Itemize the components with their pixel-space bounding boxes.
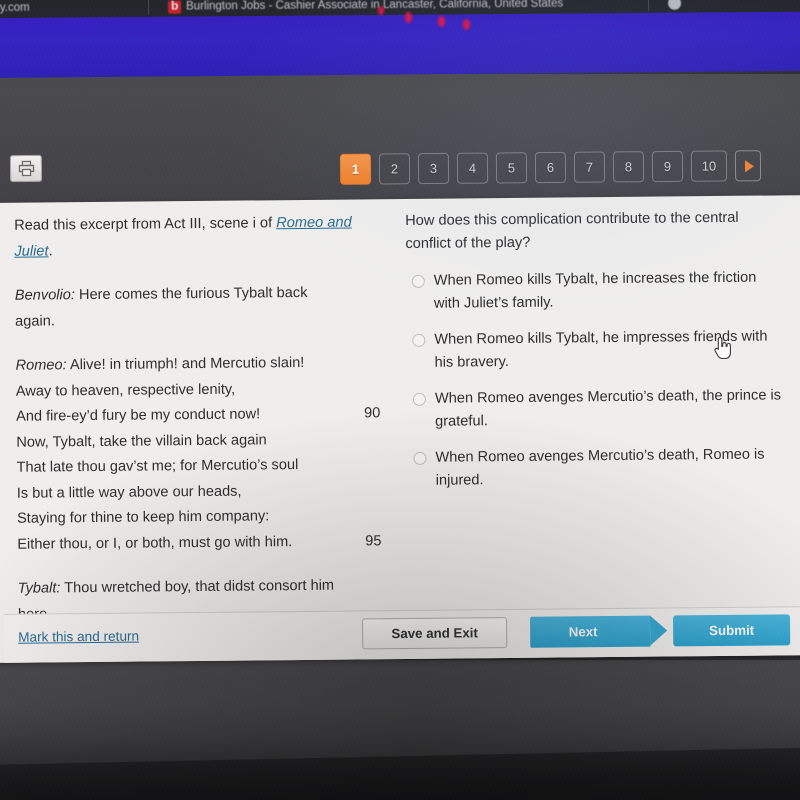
next-page-arrow-icon	[744, 159, 754, 172]
save-and-exit-button[interactable]: Save and Exit	[362, 617, 508, 650]
verse-text: That late thou gav’st me; for Mercutio’s…	[16, 457, 299, 476]
verse-text: Either thou, or I, or both, must go with…	[17, 533, 293, 553]
page-button-9[interactable]: 9	[651, 150, 684, 183]
verse-line: Away to heaven, respective lenity,	[16, 376, 378, 405]
speech-line: Here comes the furious Tybalt back	[74, 284, 308, 304]
page-button-2[interactable]: 2	[378, 153, 411, 185]
page-button-3[interactable]: 3	[417, 152, 450, 185]
screen-artifact-dot	[405, 12, 412, 23]
screen-photo: ity.com Burlington Jobs - Cashier Associ…	[0, 0, 800, 800]
verse-line: Is but a little way above our heads,	[17, 478, 379, 507]
verse-line: That late thou gav’st me; for Mercutio’s…	[16, 452, 378, 481]
verse-text: Is but a little way above our heads,	[16, 483, 242, 502]
answer-choice-label: When Romeo avenges Mercutio’s death, Rom…	[435, 446, 765, 489]
question-panel: Read this excerpt from Act III, scene i …	[0, 195, 800, 663]
print-button[interactable]	[9, 154, 43, 183]
generic-favicon	[668, 0, 682, 10]
speaker-name: Benvolio:	[14, 287, 76, 304]
passage-column: Read this excerpt from Act III, scene i …	[0, 210, 404, 623]
radio-button-icon[interactable]	[413, 451, 427, 465]
radio-button-icon[interactable]	[411, 274, 425, 288]
mark-and-return-link[interactable]: Mark this and return	[18, 629, 139, 645]
passage-speech-romeo: Romeo: Alive! in triumph! and Mercutio s…	[15, 350, 377, 379]
burlington-favicon	[168, 0, 182, 14]
instruction-suffix: .	[48, 242, 53, 259]
screen-artifact-dot	[378, 6, 384, 15]
page-button-5[interactable]: 5	[495, 152, 528, 184]
screen-artifact-dot	[438, 16, 445, 27]
speaker-name: Tybalt:	[17, 580, 61, 597]
submit-button[interactable]: Submit	[672, 614, 791, 647]
page-button-10[interactable]: 10	[690, 150, 728, 182]
answer-choice[interactable]: When Romeo avenges Mercutio’s death, Rom…	[407, 443, 784, 493]
browser-tab[interactable]	[668, 0, 686, 13]
answer-choice-label: When Romeo kills Tybalt, he impresses fr…	[434, 328, 768, 371]
page-button-6[interactable]: 6	[534, 151, 567, 184]
verse-text: And fire-ey’d fury be my conduct now!	[15, 406, 261, 425]
verse-text: Staying for thine to keep him company:	[16, 508, 270, 527]
browser-tab-title: Burlington Jobs - Cashier Associate in L…	[186, 0, 564, 13]
answer-choice[interactable]: When Romeo kills Tybalt, he impresses fr…	[406, 325, 783, 375]
app-header	[0, 74, 800, 204]
speech-line: Thou wretched boy, that didst consort hi…	[60, 577, 335, 597]
answer-choice[interactable]: When Romeo kills Tybalt, he increases th…	[406, 266, 783, 316]
answer-choice-label: When Romeo avenges Mercutio’s death, the…	[434, 387, 782, 430]
question-pagination[interactable]: 1 2 3 4 5 6 7 8 9 10	[339, 150, 762, 185]
radio-button-icon[interactable]	[412, 392, 426, 406]
passage-instruction: Read this excerpt from Act III, scene i …	[14, 210, 376, 264]
verse-line: Staying for thine to keep him company:	[17, 503, 379, 532]
verse-text: Away to heaven, respective lenity,	[15, 381, 236, 400]
next-page-button[interactable]	[734, 150, 762, 182]
instruction-prefix: Read this excerpt from Act III, scene i …	[14, 215, 277, 234]
verse-text: Now, Tybalt, take the villain back again	[16, 431, 267, 451]
passage-speech-tybalt: Tybalt: Thou wretched boy, that didst co…	[18, 573, 380, 602]
browser-chrome-band	[0, 8, 800, 78]
verse-line: Either thou, or I, or both, must go with…	[17, 529, 382, 558]
speech-line: Alive! in triumph! and Mercutio slain!	[66, 354, 305, 374]
line-number: 90	[363, 405, 381, 422]
passage-speech-benvolio: Benvolio: Here comes the furious Tybalt …	[15, 280, 377, 309]
verse-line: And fire-ey’d fury be my conduct now! 90	[15, 401, 381, 430]
screen-artifact-dot	[463, 19, 470, 30]
printer-icon	[18, 160, 34, 177]
page-button-7[interactable]: 7	[573, 151, 606, 183]
line-number: 95	[365, 532, 382, 549]
speech-line: again.	[15, 312, 55, 330]
action-bar: Mark this and return Save and Exit Next …	[3, 606, 800, 663]
page-button-1[interactable]: 1	[339, 153, 372, 185]
browser-tab-title: ity.com	[0, 1, 30, 15]
answer-choice-label: When Romeo kills Tybalt, he increases th…	[433, 269, 757, 312]
verse-line: Now, Tybalt, take the villain back again	[16, 427, 378, 456]
page-button-8[interactable]: 8	[612, 151, 645, 183]
question-prompt: How does this complication contribute to…	[405, 209, 739, 252]
page-button-4[interactable]: 4	[456, 152, 489, 184]
answer-choice[interactable]: When Romeo avenges Mercutio’s death, the…	[407, 384, 784, 434]
next-button[interactable]: Next	[529, 615, 651, 648]
action-button-group: Save and Exit Next Submit	[362, 614, 791, 650]
question-column: How does this complication contribute to…	[400, 206, 800, 610]
radio-button-icon[interactable]	[412, 333, 426, 347]
browser-tab[interactable]: ity.com	[0, 0, 30, 18]
speaker-name: Romeo:	[15, 357, 67, 374]
